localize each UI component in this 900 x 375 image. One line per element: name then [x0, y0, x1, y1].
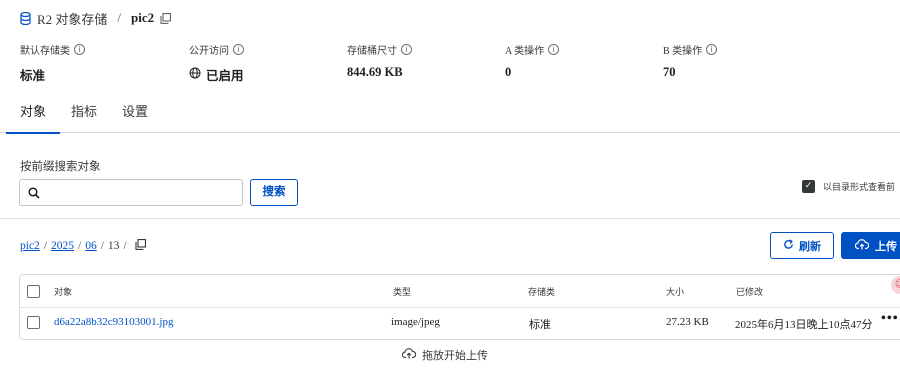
- stat-default-storage-label: 默认存储类 i: [20, 42, 85, 57]
- search-input[interactable]: [46, 183, 236, 202]
- stat-label-text: 公开访问: [189, 46, 229, 57]
- search-field[interactable]: [19, 179, 243, 206]
- database-icon: [20, 11, 31, 25]
- cloud-upload-icon: [854, 238, 870, 253]
- info-icon[interactable]: i: [401, 44, 412, 55]
- search-label: 按前缀搜索对象: [20, 161, 101, 173]
- stat-label-text: 默认存储类: [20, 46, 70, 57]
- column-header-type[interactable]: 类型: [393, 285, 411, 298]
- refresh-button[interactable]: 刷新: [770, 232, 834, 259]
- stat-bucket-size-label: 存储桶尺寸 i: [347, 42, 412, 57]
- breadcrumb-separator: /: [117, 10, 122, 25]
- cloud-upload-icon: [401, 348, 417, 362]
- path-separator: /: [100, 240, 104, 252]
- column-header-storage-class[interactable]: 存储类: [528, 285, 555, 298]
- tab-metrics[interactable]: 指标: [71, 96, 97, 133]
- upload-button[interactable]: 上传: [841, 232, 900, 259]
- stat-label-text: A 类操作: [505, 46, 545, 57]
- path-segment-month[interactable]: 06: [85, 240, 97, 252]
- stat-public-access-value: 已启用: [189, 65, 244, 84]
- object-modified: 2025年6月13日晚上10点47分: [735, 319, 873, 331]
- stat-value-text: 70: [663, 65, 676, 79]
- select-all-checkbox[interactable]: [27, 285, 40, 298]
- stat-value-text: 标准: [20, 69, 46, 83]
- info-icon[interactable]: i: [74, 44, 85, 55]
- search-icon: [28, 187, 40, 199]
- stat-class-a-value: 0: [505, 65, 511, 80]
- directory-view-toggle[interactable]: ✓ 以目录形式查看前: [802, 180, 895, 193]
- path-separator: /: [123, 240, 127, 252]
- objects-table: 对象 类型 存储类 大小 已修改 d6a22a8b32c93103001.jpg…: [19, 274, 900, 340]
- object-size: 27.23 KB: [666, 316, 709, 328]
- tab-settings[interactable]: 设置: [122, 96, 148, 133]
- path-segment-bucket[interactable]: pic2: [20, 240, 40, 252]
- stat-label-text: 存储桶尺寸: [347, 46, 397, 57]
- object-name-link[interactable]: d6a22a8b32c93103001.jpg: [54, 316, 173, 328]
- dropzone[interactable]: 拖放开始上传: [401, 347, 488, 363]
- object-path: pic2 / 2025 / 06 / 13 /: [20, 239, 146, 253]
- stat-value-text: 0: [505, 65, 512, 79]
- path-segment-day: 13: [107, 240, 120, 252]
- search-button[interactable]: 搜索: [250, 179, 298, 206]
- stat-value-text: 已启用: [206, 69, 244, 83]
- more-actions-icon[interactable]: •••: [881, 311, 899, 327]
- stat-bucket-size-value: 844.69 KB: [347, 65, 403, 80]
- info-icon[interactable]: i: [548, 44, 560, 55]
- copy-icon[interactable]: [160, 12, 172, 24]
- path-separator: /: [43, 240, 48, 252]
- tab-bar: 对象 指标 设置: [0, 96, 900, 134]
- copy-path-icon[interactable]: [135, 239, 146, 253]
- directory-view-label: 以目录形式查看前: [823, 182, 896, 192]
- row-checkbox[interactable]: [27, 316, 40, 329]
- tab-objects[interactable]: 对象: [5, 96, 61, 134]
- object-type: image/jpeg: [391, 316, 440, 328]
- refresh-icon: [783, 238, 794, 253]
- stat-public-access-label: 公开访问 i: [189, 42, 244, 57]
- stat-value-text: 844.69 KB: [347, 65, 403, 79]
- table-header-divider: [20, 307, 900, 308]
- bucket-name: pic2: [131, 10, 155, 25]
- object-storage-class: 标准: [529, 319, 551, 331]
- info-icon[interactable]: i: [233, 44, 244, 55]
- column-header-modified[interactable]: 已修改: [736, 285, 763, 298]
- info-icon[interactable]: i: [706, 44, 718, 55]
- service-link[interactable]: R2 对象存储: [37, 9, 107, 28]
- divider: [0, 218, 900, 219]
- column-header-size[interactable]: 大小: [666, 285, 684, 298]
- stat-class-b-label: B 类操作 i: [663, 42, 718, 57]
- refresh-label: 刷新: [799, 240, 821, 253]
- upload-label: 上传: [875, 240, 897, 253]
- dropzone-label: 拖放开始上传: [422, 350, 488, 362]
- stat-class-b-value: 70: [663, 65, 676, 80]
- column-header-object[interactable]: 对象: [54, 285, 72, 298]
- stat-label-text: B 类操作: [663, 46, 703, 57]
- checkbox-checked-icon[interactable]: ✓: [802, 180, 815, 193]
- breadcrumb: R2 对象存储 / pic2: [20, 8, 172, 28]
- path-separator: /: [78, 240, 82, 252]
- path-segment-year[interactable]: 2025: [51, 240, 74, 252]
- stat-default-storage-value: 标准: [20, 65, 45, 84]
- stat-class-a-label: A 类操作 i: [505, 42, 560, 57]
- globe-icon: [189, 67, 201, 83]
